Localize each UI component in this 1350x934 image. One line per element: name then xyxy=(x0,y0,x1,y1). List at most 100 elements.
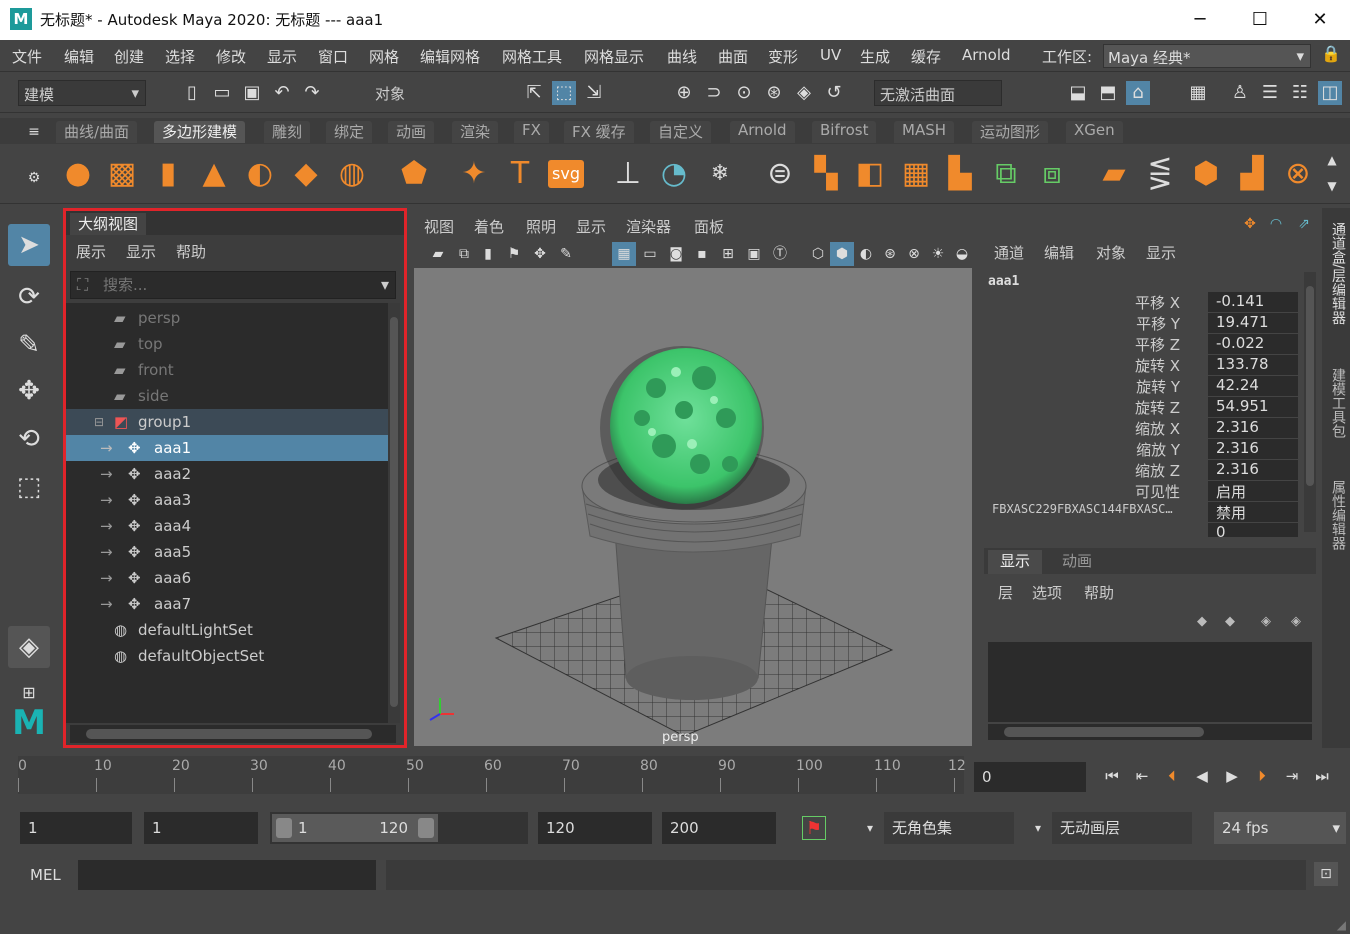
list-item[interactable]: ⊟ ◩ group1 xyxy=(66,409,388,435)
rotate-tool-icon[interactable]: ⟲ xyxy=(8,418,50,460)
step-forward-frame-icon[interactable]: ⏵ xyxy=(1250,764,1274,788)
menu-mesh-tools[interactable]: 网格工具 xyxy=(502,46,562,67)
play-backward-icon[interactable]: ◀ xyxy=(1190,764,1214,788)
mirror-icon[interactable]: ◧ xyxy=(852,156,888,192)
light-icon[interactable]: ☀ xyxy=(926,242,950,266)
channel-row[interactable]: 平移 Z -0.022 xyxy=(980,334,1300,355)
human-ik-icon[interactable]: ♙ xyxy=(1228,81,1252,105)
layer-menu-layers[interactable]: 层 xyxy=(998,582,1013,603)
list-item[interactable]: → ✥ aaa1 xyxy=(66,435,388,461)
shelf-scroll-up-icon[interactable]: ▲ xyxy=(1320,148,1344,172)
animation-start-field[interactable]: 1 xyxy=(20,812,132,844)
bridge-icon[interactable]: ⋚ xyxy=(1142,156,1178,192)
channel-value[interactable]: 0 xyxy=(1208,523,1298,537)
channel-row[interactable]: 0 xyxy=(980,523,1300,537)
collapse-icon[interactable]: ⊟ xyxy=(94,409,104,435)
menu-generate[interactable]: 生成 xyxy=(860,46,890,67)
tab-mash[interactable]: MASH xyxy=(894,121,955,143)
range-handle[interactable]: 1 120 xyxy=(272,814,438,842)
snap-curve-icon[interactable]: ⊃ xyxy=(702,81,726,105)
poly-sphere-icon[interactable]: ● xyxy=(60,156,96,192)
channel-value[interactable]: 2.316 xyxy=(1208,418,1298,438)
go-to-start-icon[interactable]: ⏮ xyxy=(1100,764,1124,788)
menu-edit[interactable]: 编辑 xyxy=(64,46,94,67)
channel-box-toggle-icon[interactable]: ◫ xyxy=(1318,81,1342,105)
step-forward-key-icon[interactable]: ⇥ xyxy=(1280,764,1304,788)
channel-row[interactable]: 旋转 Y 42.24 xyxy=(980,376,1300,397)
tab-layer-anim[interactable]: 动画 xyxy=(1050,550,1104,574)
image-plane-icon[interactable]: ⚑ xyxy=(502,242,526,266)
poly-cone-icon[interactable]: ▲ xyxy=(196,156,232,192)
tab-sculpting[interactable]: 雕刻 xyxy=(264,121,311,143)
menu-cache[interactable]: 缓存 xyxy=(911,46,941,67)
append-icon[interactable]: ⊗ xyxy=(1280,156,1316,192)
tool-settings-toggle-icon[interactable]: ☷ xyxy=(1288,81,1312,105)
viewport-3d[interactable]: persp xyxy=(414,268,972,746)
new-layer-selected-icon[interactable]: ◈ xyxy=(1284,610,1308,634)
channel-value[interactable]: -0.141 xyxy=(1208,292,1298,312)
channel-value[interactable]: 禁用 xyxy=(1208,502,1298,522)
tab-fx-caching[interactable]: FX 缓存 xyxy=(564,121,634,143)
menu-create[interactable]: 创建 xyxy=(114,46,144,67)
channel-menu-object[interactable]: 对象 xyxy=(1096,242,1126,263)
channel-value[interactable]: -0.022 xyxy=(1208,334,1298,354)
smooth-shade-icon[interactable]: ⬢ xyxy=(830,242,854,266)
step-back-key-icon[interactable]: ⇤ xyxy=(1130,764,1154,788)
platonic-solid-icon[interactable]: ⬟ xyxy=(396,156,432,192)
shadows-icon[interactable]: ⊗ xyxy=(902,242,926,266)
chevron-down-icon[interactable]: ▾ xyxy=(858,816,882,840)
close-button[interactable]: ✕ xyxy=(1300,6,1340,34)
channel-value[interactable]: 启用 xyxy=(1208,481,1298,501)
outliner-search[interactable]: ⛶ ▾ xyxy=(70,271,396,299)
poly-cylinder-icon[interactable]: ▮ xyxy=(150,156,186,192)
redo-icon[interactable]: ↷ xyxy=(300,81,324,105)
channel-value[interactable]: 19.471 xyxy=(1208,313,1298,333)
bevel-icon[interactable]: ⬢ xyxy=(1188,156,1224,192)
fill-hole-icon[interactable]: ▟ xyxy=(1234,156,1270,192)
channel-value[interactable]: 2.316 xyxy=(1208,439,1298,459)
chevron-down-icon[interactable]: ▾ xyxy=(1026,816,1050,840)
channel-value[interactable]: 42.24 xyxy=(1208,376,1298,396)
list-item[interactable]: ▰ top xyxy=(66,331,388,357)
range-end-handle[interactable] xyxy=(418,818,434,838)
scroll-thumb[interactable] xyxy=(390,317,398,707)
gate-mask-icon[interactable]: ▪ xyxy=(690,242,714,266)
anim-icon[interactable]: ◠ xyxy=(1264,212,1288,236)
list-item[interactable]: ▰ front xyxy=(66,357,388,383)
construction-history-icon[interactable]: ⌂ xyxy=(1126,81,1150,105)
tab-animation[interactable]: 动画 xyxy=(388,121,435,143)
shelf-scroll-down-icon[interactable]: ▼ xyxy=(1320,174,1344,198)
scale-tool-icon[interactable]: ⬚ xyxy=(8,466,50,508)
channel-menu-channels[interactable]: 通道 xyxy=(994,242,1024,263)
grease-pencil-icon[interactable]: ✎ xyxy=(554,242,578,266)
menu-deform[interactable]: 变形 xyxy=(768,46,798,67)
viewport-menu-lighting[interactable]: 照明 xyxy=(526,216,556,237)
channel-row[interactable]: 平移 X -0.141 xyxy=(980,292,1300,313)
poly-cube-icon[interactable]: ▩ xyxy=(104,156,140,192)
channel-row[interactable]: 缩放 Y 2.316 xyxy=(980,439,1300,460)
channel-row[interactable]: 旋转 Z 54.951 xyxy=(980,397,1300,418)
single-perspective-layout-icon[interactable]: ◈ xyxy=(8,626,50,668)
list-item[interactable]: ◍ defaultLightSet xyxy=(66,617,388,643)
measure-icon[interactable]: ⊥ xyxy=(610,156,646,192)
bookmark-icon[interactable]: ▮ xyxy=(476,242,500,266)
current-frame-field[interactable]: 0 xyxy=(974,762,1086,792)
snap-view-plane-icon[interactable]: ⊛ xyxy=(762,81,786,105)
tab-layer-display[interactable]: 显示 xyxy=(988,550,1043,574)
two-d-pan-icon[interactable]: ✥ xyxy=(528,242,552,266)
minimize-button[interactable]: ─ xyxy=(1180,6,1220,34)
maximize-button[interactable]: ☐ xyxy=(1240,6,1280,34)
render-view-icon[interactable]: ▦ xyxy=(1186,81,1210,105)
new-layer-icon[interactable]: ◈ xyxy=(1254,610,1278,634)
boolean-diff-icon[interactable]: ⧈ xyxy=(1034,156,1070,192)
chevron-down-icon[interactable]: ▾ xyxy=(381,275,389,294)
outliner-vertical-scrollbar[interactable] xyxy=(388,303,400,723)
viewport-menu-view[interactable]: 视图 xyxy=(424,216,454,237)
poly-disc-icon[interactable]: ◍ xyxy=(334,156,370,192)
snap-grid-icon[interactable]: ⊕ xyxy=(672,81,696,105)
animation-end-field[interactable]: 200 xyxy=(662,812,776,844)
select-tool-icon[interactable]: ➤ xyxy=(8,224,50,266)
float-panel-icon[interactable]: ⇗ xyxy=(1292,212,1316,236)
tab-arnold[interactable]: Arnold xyxy=(730,121,795,143)
list-item[interactable]: → ✥ aaa5 xyxy=(66,539,388,565)
